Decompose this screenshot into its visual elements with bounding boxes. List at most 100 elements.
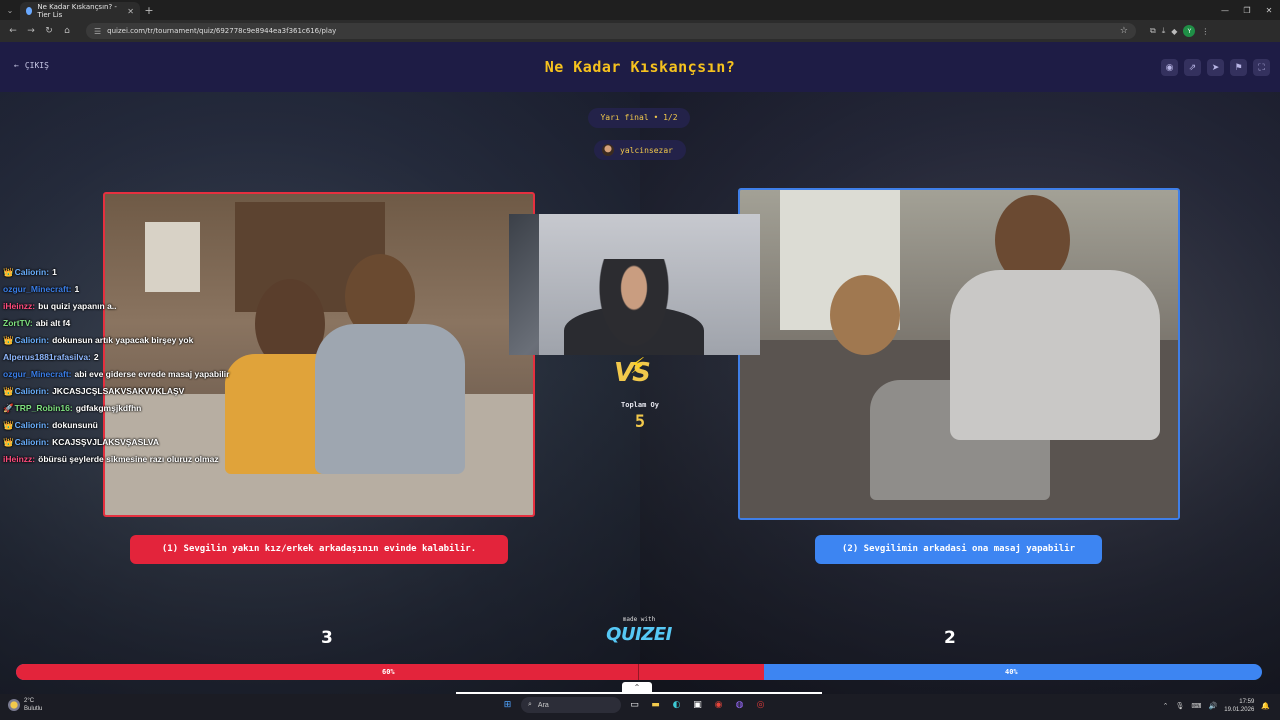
- eye-icon[interactable]: ◉: [1161, 59, 1178, 76]
- exit-label: ÇIKIŞ: [24, 61, 49, 70]
- obs-icon[interactable]: ◎: [753, 698, 768, 713]
- bookmark-star-icon[interactable]: ☆: [1120, 26, 1128, 36]
- microphone-icon[interactable]: 🎙: [1176, 702, 1185, 710]
- chat-text: JKCASJCŞLSAKVSAKVVKLAŞV: [52, 386, 185, 396]
- arrow-left-icon: ←: [14, 61, 19, 70]
- file-explorer-icon[interactable]: ▬: [648, 698, 663, 713]
- chat-text: abi alt f4: [35, 318, 71, 328]
- webcam-overlay: [509, 214, 760, 355]
- chat-message: 👑Caliorin: KCAJSŞVJLAKSVŞASLVA: [3, 434, 253, 451]
- total-votes-label: Toplam Oy: [621, 401, 659, 409]
- site-info-icon[interactable]: ☰: [94, 27, 101, 36]
- stream-chat-overlay: 👑Caliorin: 1 ozgur_Minecraft: 1 iHeinzz: bu q…: [3, 264, 253, 468]
- brand-logo: QUIZEI: [606, 624, 672, 645]
- man-sweater: [950, 270, 1160, 440]
- option-label-left[interactable]: (1) Sevgilin yakın kız/erkek arkadaşının…: [130, 535, 508, 564]
- extension-icon[interactable]: ◆: [1171, 27, 1177, 36]
- forward-icon[interactable]: →: [22, 26, 40, 36]
- avatar: [602, 144, 614, 156]
- made-with-label: made with: [622, 616, 656, 623]
- chat-username: iHeinzz:: [3, 454, 36, 464]
- reload-icon[interactable]: ↻: [40, 26, 58, 36]
- download-icon[interactable]: ⤓: [1162, 26, 1166, 36]
- windows-taskbar: 2°C Bulutlu ⊞ ⌕ Ara ▭ ▬ ◐ ▣ ◉ ◍ ◎ ⌃ 🎙 ⌨ …: [0, 694, 1280, 720]
- discord-icon[interactable]: ◍: [732, 698, 747, 713]
- chat-username: Alperus1881rafasilva:: [3, 352, 91, 362]
- woman-head: [830, 275, 900, 355]
- browser-tab-bar: ⌄ Ne Kadar Kıskançsın? - Tier Lis ✕ + — …: [0, 0, 1280, 20]
- chat-text: bu quizi yapanın a..: [38, 301, 117, 311]
- profile-avatar[interactable]: Y: [1183, 25, 1196, 37]
- back-icon[interactable]: ←: [4, 26, 22, 36]
- chat-badge-icon: 👑: [3, 386, 14, 396]
- time: 17:59: [1239, 699, 1255, 705]
- address-toolbar: ← → ↻ ⌂ ☰ quizei.com/tr/tournament/quiz/…: [0, 20, 1280, 42]
- quiz-page: ← ÇIKIŞ Ne Kadar Kıskançsın? ◉ ⇗ ➤ ⚑ ⛶ Y…: [0, 42, 1280, 694]
- chat-text: KCAJSŞVJLAKSVŞASLVA: [52, 437, 159, 447]
- option-label-right[interactable]: (2) Sevgilimin arkadasi ona masaj yapabi…: [815, 535, 1102, 564]
- edge-icon[interactable]: ◐: [669, 698, 684, 713]
- share-icon[interactable]: ⇗: [1184, 59, 1201, 76]
- extensions-icon[interactable]: ⧉: [1150, 26, 1156, 36]
- new-tab-icon[interactable]: +: [140, 4, 158, 17]
- chrome-icon[interactable]: ◉: [711, 698, 726, 713]
- maximize-icon[interactable]: ❐: [1236, 6, 1258, 15]
- extensions-bar: ⧉ ⤓ ◆ Y ⋮: [1150, 25, 1209, 37]
- chat-username: Caliorin:: [14, 420, 50, 430]
- store-icon[interactable]: ▣: [690, 698, 705, 713]
- clock[interactable]: 17:59 19.01.2026: [1224, 698, 1254, 714]
- temperature: 2°C: [24, 698, 35, 704]
- minimize-icon[interactable]: —: [1214, 6, 1236, 15]
- chat-username: Caliorin:: [14, 437, 50, 447]
- task-view-icon[interactable]: ▭: [627, 698, 642, 713]
- chat-message: 👑Caliorin: 1: [3, 264, 253, 281]
- vote-progress-bar: 60% 40%: [16, 664, 1262, 680]
- search-icon: ⌕: [528, 701, 532, 708]
- network-icon[interactable]: ⌨: [1191, 702, 1201, 710]
- volume-icon[interactable]: 🔊: [1209, 702, 1218, 710]
- chat-text: dokunsunü: [52, 420, 98, 430]
- windows-start-icon[interactable]: ⊞: [500, 698, 515, 713]
- tab-search-icon[interactable]: ⌄: [0, 0, 20, 20]
- close-window-icon[interactable]: ✕: [1258, 6, 1280, 15]
- window-controls: — ❐ ✕: [1214, 6, 1280, 15]
- fullscreen-icon[interactable]: ⛶: [1253, 59, 1270, 76]
- chat-badge-icon: 👑: [3, 267, 14, 277]
- chat-message: ozgur_Minecraft: 1: [3, 281, 253, 298]
- chat-message: ozgur_Minecraft: abi eve giderse evrede m…: [3, 366, 253, 383]
- browser-tab[interactable]: Ne Kadar Kıskançsın? - Tier Lis ✕: [20, 2, 140, 20]
- chat-message: ZortTV: abi alt f4: [3, 315, 253, 332]
- weather-widget[interactable]: 2°C Bulutlu: [8, 697, 42, 713]
- chat-badge-icon: 👑: [3, 420, 14, 430]
- weather-icon: [8, 699, 20, 711]
- chat-username: Caliorin:: [14, 267, 50, 277]
- exit-button[interactable]: ← ÇIKIŞ: [14, 61, 49, 70]
- webcam-person: [594, 259, 674, 355]
- chat-text: öbürsü şeylerde sikmesine razı oluruz ol…: [38, 454, 219, 464]
- option-card-right[interactable]: [738, 188, 1180, 520]
- chat-badge-icon: 👑: [3, 437, 14, 447]
- url-text: quizei.com/tr/tournament/quiz/692778c9e8…: [107, 27, 337, 35]
- weather-text: Bulutlu: [24, 706, 43, 712]
- tray-chevron-icon[interactable]: ⌃: [1163, 702, 1169, 710]
- header-tools: ◉ ⇗ ➤ ⚑ ⛶: [1161, 59, 1270, 76]
- chat-username: ozgur_Minecraft:: [3, 284, 72, 294]
- chevron-up-icon[interactable]: ⌃: [622, 682, 652, 694]
- chat-message: 👑Caliorin: JKCASJCŞLSAKVSAKVVKLAŞV: [3, 383, 253, 400]
- chat-message: 🚀TRP_Robin16: gdfakgmşjkdfhn: [3, 400, 253, 417]
- vote-count-left: 3: [321, 628, 333, 648]
- flag-icon[interactable]: ⚑: [1230, 59, 1247, 76]
- chat-text: gdfakgmşjkdfhn: [75, 403, 142, 413]
- taskbar-search[interactable]: ⌕ Ara: [521, 697, 621, 713]
- send-icon[interactable]: ➤: [1207, 59, 1224, 76]
- home-icon[interactable]: ⌂: [58, 26, 76, 36]
- chat-message: 👑Caliorin: dokunsun artık yapacak birşey …: [3, 332, 253, 349]
- menu-dots-icon[interactable]: ⋮: [1201, 27, 1209, 36]
- chat-username: Caliorin:: [14, 386, 50, 396]
- tab-close-icon[interactable]: ✕: [127, 7, 134, 16]
- notification-icon[interactable]: 🔔: [1261, 702, 1270, 710]
- page-title: Ne Kadar Kıskançsın?: [544, 58, 736, 76]
- url-bar[interactable]: ☰ quizei.com/tr/tournament/quiz/692778c9…: [86, 23, 1136, 39]
- user-badge: yalcinsezar: [594, 140, 686, 160]
- quiz-header: ← ÇIKIŞ Ne Kadar Kıskançsın? ◉ ⇗ ➤ ⚑ ⛶: [0, 42, 1280, 92]
